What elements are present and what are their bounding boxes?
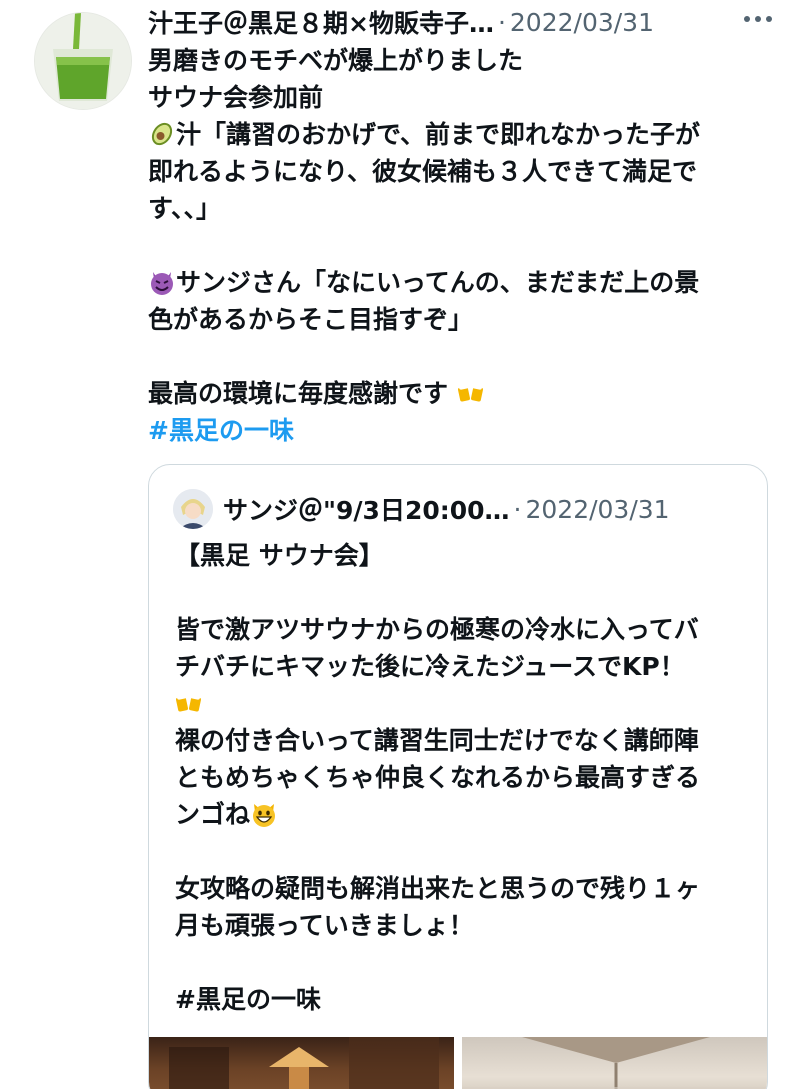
quoted-author-name[interactable]: サンジ＠"9/3日20:00… bbox=[223, 491, 510, 527]
tweet-line: 最高の環境に毎度感謝です bbox=[148, 375, 778, 412]
author-name[interactable]: 汁王子＠黒足８期×物販寺子… bbox=[148, 4, 494, 40]
quoted-line: 裸の付き合いって講習生同士だけでなく講師陣 bbox=[175, 726, 699, 755]
quoted-media bbox=[149, 1037, 767, 1089]
tweet-line: 即れるようになり、彼女候補も３人できて満足で bbox=[148, 157, 698, 186]
quoted-hashtag-line: #黒足の一味 bbox=[175, 981, 750, 1018]
grinning-cat-emoji-icon bbox=[250, 800, 278, 828]
quoted-line: チバチにキマッた後に冷えたジュースでKP！ bbox=[175, 652, 685, 681]
quoted-line: 女攻略の疑問も解消出来たと思うので残り１ヶ bbox=[175, 874, 701, 903]
quoted-line: 月も頑張っていきましょ！ bbox=[175, 911, 474, 940]
separator: · bbox=[513, 494, 522, 524]
tweet-line: す、、」 bbox=[148, 194, 222, 223]
quoted-author-avatar[interactable] bbox=[173, 489, 213, 529]
tweet-line: #黒足の一味 bbox=[148, 412, 778, 449]
quoted-line: ンゴね bbox=[175, 796, 750, 833]
clinking-beer-mugs-emoji-icon bbox=[175, 689, 203, 717]
tweet-line: 男磨きのモチベが爆上がりました bbox=[148, 46, 524, 75]
quoted-tweet-date[interactable]: 2022/03/31 bbox=[525, 495, 669, 524]
tweet-line: 色があるからそこ目指すぞ」 bbox=[148, 305, 474, 334]
tweet-header: 汁王子＠黒足８期×物販寺子… · 2022/03/31 bbox=[148, 4, 788, 40]
author-avatar[interactable] bbox=[34, 12, 132, 110]
quoted-tweet-header: サンジ＠"9/3日20:00… · 2022/03/31 bbox=[173, 487, 753, 531]
tweet-line: サウナ会参加前 bbox=[148, 83, 324, 112]
quoted-line: 皆で激アツサウナからの極寒の冷水に入ってバ bbox=[175, 615, 699, 644]
avocado-emoji-icon bbox=[148, 120, 176, 148]
tweet-line: 汁「講習のおかげで、前まで即れなかった子が bbox=[148, 116, 778, 153]
quoted-tweet[interactable]: サンジ＠"9/3日20:00… · 2022/03/31 【黒足 サウナ会】 皆… bbox=[148, 464, 768, 1089]
clinking-beer-mugs-emoji-icon bbox=[457, 379, 485, 407]
quoted-line bbox=[175, 685, 750, 722]
quoted-hashtag[interactable]: #黒足の一味 bbox=[175, 985, 321, 1014]
separator: · bbox=[497, 7, 506, 37]
smiling-devil-emoji-icon bbox=[148, 268, 176, 296]
more-icon[interactable] bbox=[738, 6, 778, 32]
media-image-2[interactable] bbox=[462, 1037, 767, 1089]
quoted-line: ともめちゃくちゃ仲良くなれるから最高すぎる bbox=[175, 763, 701, 792]
tweet-text: 男磨きのモチベが爆上がりました サウナ会参加前 汁「講習のおかげで、前まで即れな… bbox=[148, 42, 778, 449]
tweet-line: サンジさん「なにいってんの、まだまだ上の景 bbox=[148, 264, 778, 301]
tweet-date[interactable]: 2022/03/31 bbox=[510, 8, 654, 37]
hashtag-link[interactable]: #黒足の一味 bbox=[148, 416, 294, 445]
green-juice-glass-icon bbox=[35, 13, 131, 109]
quoted-tweet-text: 【黒足 サウナ会】 皆で激アツサウナからの極寒の冷水に入ってバ チバチにキマッた… bbox=[175, 537, 750, 1018]
quoted-line: 【黒足 サウナ会】 bbox=[175, 541, 384, 570]
media-image-1[interactable] bbox=[149, 1037, 454, 1089]
tweet[interactable]: 汁王子＠黒足８期×物販寺子… · 2022/03/31 男磨きのモチベが爆上がり… bbox=[0, 0, 800, 1089]
